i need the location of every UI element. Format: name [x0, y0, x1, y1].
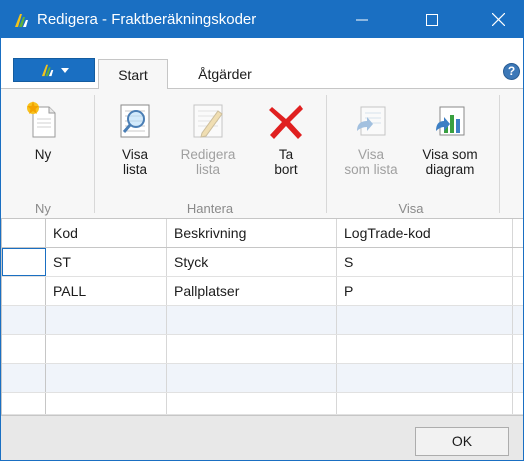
maximize-button[interactable]: [409, 1, 455, 38]
application-menu-button[interactable]: [13, 58, 95, 82]
row-selector-header: [2, 219, 46, 247]
delete-label-2: bort: [274, 162, 298, 177]
new-document-icon: [27, 101, 56, 138]
edit-list-label-1: Redigera: [180, 147, 236, 162]
delete-button[interactable]: Ta bort: [257, 89, 315, 189]
new-button[interactable]: Ny: [15, 89, 71, 189]
row-selector[interactable]: [2, 248, 46, 276]
edit-list-icon: [193, 104, 223, 138]
show-as-list-icon: [357, 106, 386, 136]
new-button-label: Ny: [34, 147, 52, 162]
group-divider: [94, 95, 95, 213]
empty-row[interactable]: [2, 364, 523, 393]
show-as-list-label-2: som lista: [344, 162, 398, 177]
close-button[interactable]: [475, 1, 521, 38]
chevron-down-icon: [61, 67, 69, 73]
help-icon[interactable]: ?: [503, 63, 520, 80]
cell-beskrivning[interactable]: Pallplatser: [167, 277, 337, 305]
group-divider: [499, 95, 500, 213]
table-row[interactable]: ST Styck S: [2, 248, 523, 277]
window-title: Redigera - Fraktberäkningskoder: [37, 11, 257, 28]
column-header-beskrivning[interactable]: Beskrivning: [167, 219, 337, 247]
cell-beskrivning[interactable]: Styck: [167, 248, 337, 276]
empty-row[interactable]: [2, 335, 523, 364]
show-as-list-label-1: Visa: [357, 147, 385, 162]
app-logo-icon: [15, 14, 28, 27]
dialog-window: Redigera - Fraktberäkningskoder Start Åt…: [0, 0, 524, 461]
cell-kod[interactable]: ST: [46, 248, 167, 276]
tab-start[interactable]: Start: [98, 59, 168, 89]
delete-label-1: Ta: [278, 147, 294, 162]
group-label-ny: Ny: [35, 201, 51, 216]
ok-button[interactable]: OK: [415, 427, 509, 456]
column-header-kod[interactable]: Kod: [46, 219, 167, 247]
tab-atgarder[interactable]: Åtgärder: [182, 59, 268, 89]
show-as-chart-label-1: Visa som: [422, 147, 478, 162]
cell-logtrade[interactable]: P: [337, 277, 513, 305]
delete-icon: [269, 105, 303, 139]
minimize-icon: [356, 19, 368, 20]
group-label-hantera: Hantera: [186, 201, 234, 216]
cell-logtrade[interactable]: S: [337, 248, 513, 276]
maximize-icon: [426, 13, 438, 26]
column-header-logtrade[interactable]: LogTrade-kod: [337, 219, 513, 247]
view-list-icon: [120, 104, 150, 138]
show-as-chart-button[interactable]: Visa som diagram: [413, 89, 487, 189]
minimize-button[interactable]: [339, 1, 385, 38]
app-logo-icon: [41, 64, 54, 77]
view-list-label-1: Visa: [121, 147, 149, 162]
close-icon: [491, 13, 505, 26]
show-as-list-button[interactable]: Visa som lista: [335, 89, 407, 189]
empty-row[interactable]: [2, 306, 523, 335]
empty-row[interactable]: [2, 393, 523, 415]
ribbon: Ny Ny Visa lista Redigera lista Ta bort …: [1, 88, 523, 219]
edit-list-label-2: lista: [195, 162, 220, 177]
grid-header-row: Kod Beskrivning LogTrade-kod: [2, 219, 523, 248]
view-list-button[interactable]: Visa lista: [105, 89, 165, 189]
cell-kod[interactable]: PALL: [46, 277, 167, 305]
view-list-label-2: lista: [122, 162, 147, 177]
dialog-footer: OK: [1, 415, 523, 460]
data-grid: Kod Beskrivning LogTrade-kod ST Styck S …: [1, 219, 523, 415]
row-selector[interactable]: [2, 277, 46, 305]
edit-list-button[interactable]: Redigera lista: [171, 89, 245, 189]
table-row[interactable]: PALL Pallplatser P: [2, 277, 523, 306]
group-divider: [326, 95, 327, 213]
group-label-visa: Visa: [398, 201, 424, 216]
show-as-chart-icon: [436, 106, 465, 136]
show-as-chart-label-2: diagram: [425, 162, 475, 177]
title-bar[interactable]: Redigera - Fraktberäkningskoder: [1, 1, 523, 38]
